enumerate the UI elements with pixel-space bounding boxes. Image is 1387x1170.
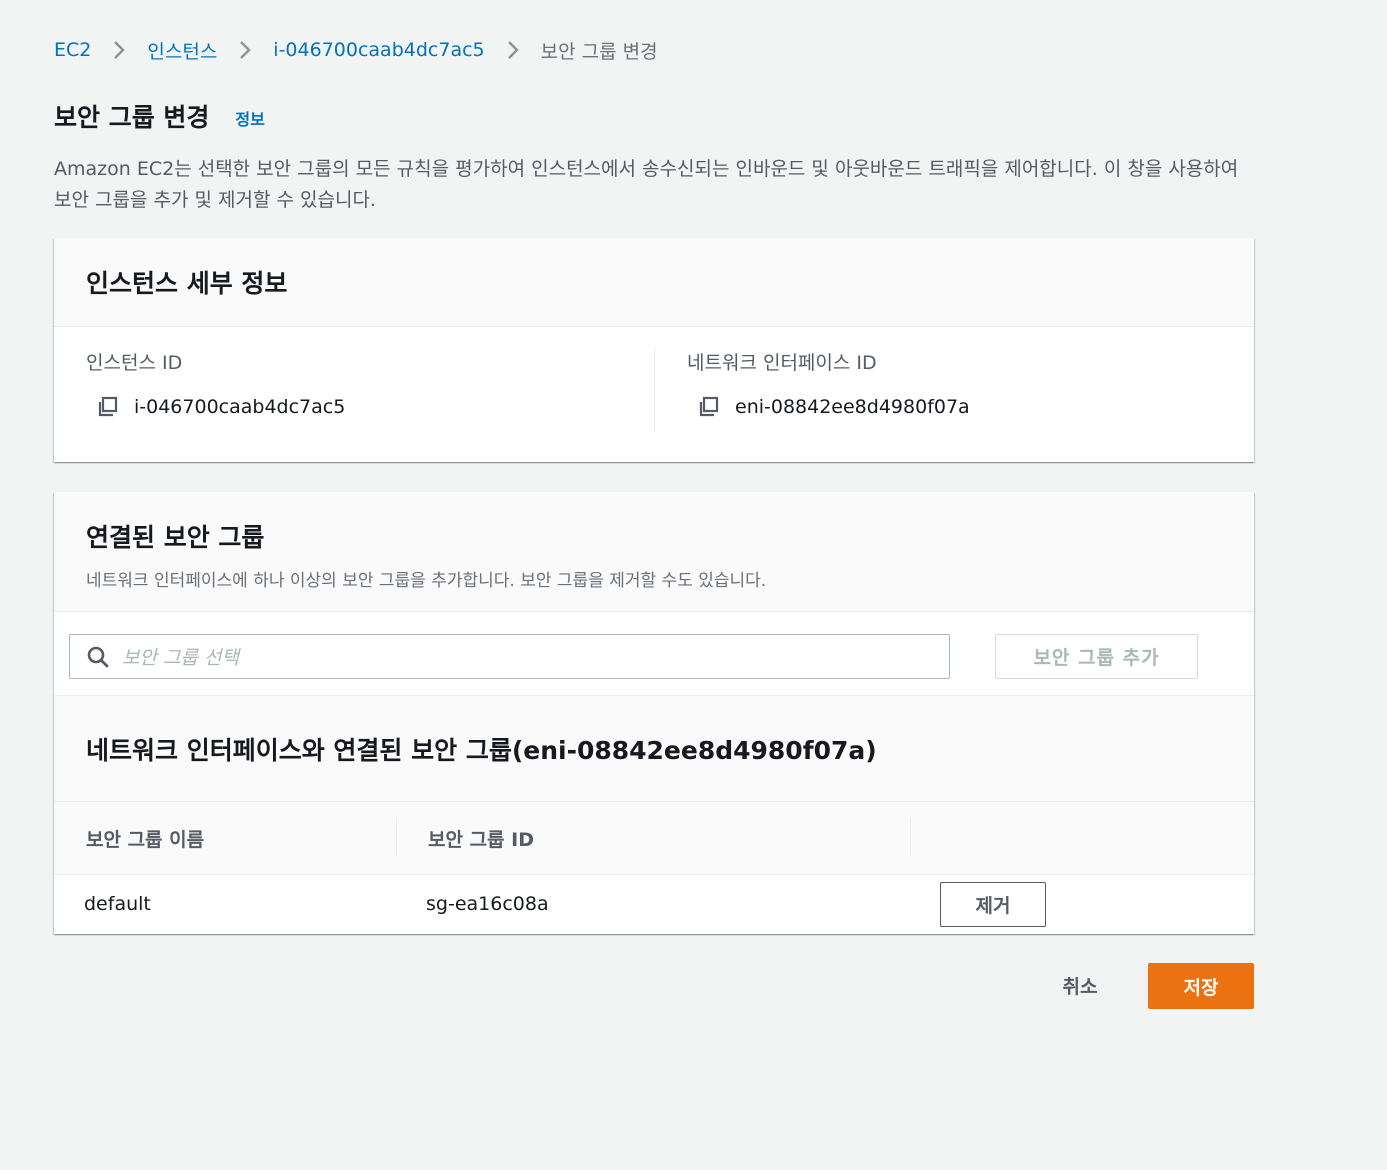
table-column-headers: 보안 그룹 이름 보안 그룹 ID bbox=[54, 802, 1254, 875]
security-groups-title: 연결된 보안 그룹 bbox=[86, 523, 265, 552]
instance-id-field: 인스턴스 ID i-046700caab4dc7ac5 bbox=[86, 348, 345, 419]
info-link[interactable]: 정보 bbox=[235, 106, 264, 130]
search-placeholder: 보안 그룹 선택 bbox=[122, 647, 239, 669]
instance-details-panel: 인스턴스 세부 정보 인스턴스 ID i-046700caab4dc7ac5 네… bbox=[54, 238, 1254, 462]
security-groups-panel: 연결된 보안 그룹 네트워크 인터페이스에 하나 이상의 보안 그룹을 추가합니… bbox=[54, 492, 1254, 934]
eni-id-field: 네트워크 인터페이스 ID eni-08842ee8d4980f07a bbox=[687, 348, 970, 419]
column-divider bbox=[654, 348, 655, 432]
add-security-group-button[interactable]: 보안 그룹 추가 bbox=[995, 634, 1198, 679]
search-icon bbox=[86, 645, 110, 669]
security-group-search-input[interactable]: 보안 그룹 선택 bbox=[69, 634, 950, 679]
instance-id-value-row: i-046700caab4dc7ac5 bbox=[96, 395, 345, 419]
security-group-name: default bbox=[84, 893, 151, 915]
cancel-button[interactable]: 취소 bbox=[1044, 963, 1116, 1008]
table-row: default sg-ea16c08a 제거 bbox=[54, 875, 1254, 933]
chevron-right-icon bbox=[91, 39, 147, 61]
chevron-right-icon bbox=[485, 39, 541, 61]
breadcrumb-current: 보안 그룹 변경 bbox=[540, 40, 658, 63]
breadcrumb-instance-id[interactable]: i-046700caab4dc7ac5 bbox=[273, 39, 484, 61]
page-description: Amazon EC2는 선택한 보안 그룹의 모든 규칙을 평가하여 인스턴스에… bbox=[54, 158, 1239, 211]
page-title: 보안 그룹 변경 bbox=[54, 103, 210, 132]
instance-id-label: 인스턴스 ID bbox=[86, 352, 183, 374]
column-header-name: 보안 그룹 이름 bbox=[86, 829, 205, 851]
instance-details-header: 인스턴스 세부 정보 bbox=[54, 238, 1254, 327]
breadcrumb: EC2 인스턴스 i-046700caab4dc7ac5 보안 그룹 변경 bbox=[54, 36, 658, 64]
column-header-id: 보안 그룹 ID bbox=[428, 829, 534, 851]
search-row: 보안 그룹 선택 보안 그룹 추가 bbox=[69, 634, 1239, 679]
copy-icon[interactable] bbox=[697, 395, 721, 419]
eni-id-label: 네트워크 인터페이스 ID bbox=[687, 352, 877, 374]
column-divider bbox=[910, 818, 911, 856]
breadcrumb-instances[interactable]: 인스턴스 bbox=[147, 37, 217, 64]
security-groups-header: 연결된 보안 그룹 네트워크 인터페이스에 하나 이상의 보안 그룹을 추가합니… bbox=[54, 492, 1254, 612]
page-header: 보안 그룹 변경 정보 bbox=[54, 98, 265, 134]
breadcrumb-ec2[interactable]: EC2 bbox=[54, 39, 91, 61]
remove-button[interactable]: 제거 bbox=[940, 882, 1046, 927]
instance-id-value: i-046700caab4dc7ac5 bbox=[134, 396, 346, 418]
table-title: 네트워크 인터페이스와 연결된 보안 그룹(eni-08842ee8d4980f… bbox=[86, 735, 877, 765]
eni-id-value: eni-08842ee8d4980f07a bbox=[735, 396, 970, 418]
eni-id-value-row: eni-08842ee8d4980f07a bbox=[697, 395, 970, 419]
security-group-id: sg-ea16c08a bbox=[426, 893, 549, 915]
table-header: 네트워크 인터페이스와 연결된 보안 그룹(eni-08842ee8d4980f… bbox=[54, 696, 1254, 802]
instance-details-title: 인스턴스 세부 정보 bbox=[86, 269, 288, 298]
chevron-right-icon bbox=[217, 39, 273, 61]
column-divider bbox=[396, 818, 397, 856]
security-groups-subtitle: 네트워크 인터페이스에 하나 이상의 보안 그룹을 추가합니다. 보안 그룹을 … bbox=[86, 571, 767, 591]
copy-icon[interactable] bbox=[96, 395, 120, 419]
save-button[interactable]: 저장 bbox=[1148, 963, 1254, 1009]
security-groups-table: 네트워크 인터페이스와 연결된 보안 그룹(eni-08842ee8d4980f… bbox=[54, 695, 1254, 934]
